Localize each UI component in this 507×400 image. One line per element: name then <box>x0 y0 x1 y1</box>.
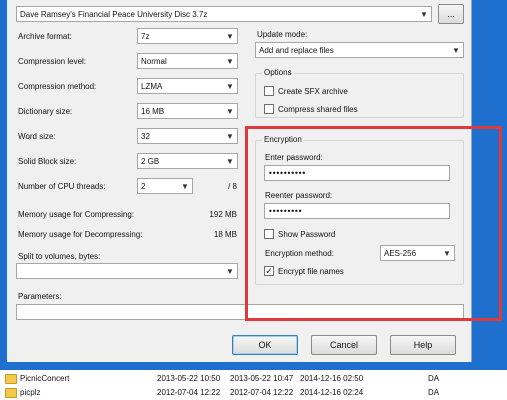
memory-decompress-label: Memory usage for Decompressing: <box>18 230 143 239</box>
compression-level-label: Compression level: <box>18 57 87 66</box>
archive-format-select[interactable]: 7z ▼ <box>137 28 238 44</box>
file-name: picplz <box>20 388 41 397</box>
help-label: Help <box>413 340 433 350</box>
file-accessed: 2014-12-16 02:50 <box>300 374 364 383</box>
options-group-title: Options <box>262 68 294 77</box>
update-mode-select[interactable]: Add and replace files ▼ <box>255 42 464 58</box>
split-volumes-label: Split to volumes, bytes: <box>18 252 101 261</box>
checkbox-box <box>264 104 274 114</box>
chevron-down-icon: ▼ <box>226 266 234 276</box>
file-modified: 2013-05-22 10:50 <box>157 374 221 383</box>
chevron-down-icon: ▼ <box>226 56 234 66</box>
browse-button[interactable]: ... <box>438 4 464 24</box>
cpu-threads-select[interactable]: 2 ▼ <box>137 178 193 194</box>
chevron-down-icon: ▼ <box>226 81 234 91</box>
compression-level-value: Normal <box>141 56 167 66</box>
file-modified: 2012-07-04 12:22 <box>157 388 221 397</box>
chevron-down-icon: ▼ <box>226 156 234 166</box>
folder-icon <box>5 388 17 398</box>
word-size-value: 32 <box>141 131 150 141</box>
compression-method-select[interactable]: LZMA ▼ <box>137 78 238 94</box>
solid-block-size-label: Solid Block size: <box>18 157 77 166</box>
dictionary-size-select[interactable]: 16 MB ▼ <box>137 103 238 119</box>
update-mode-value: Add and replace files <box>259 45 334 55</box>
archive-path-combo[interactable]: Dave Ramsey's Financial Peace University… <box>16 6 432 22</box>
ok-label: OK <box>258 340 272 350</box>
file-attributes: DA <box>428 374 440 383</box>
memory-compress-value: 192 MB <box>209 210 237 219</box>
parameters-label: Parameters: <box>18 292 62 301</box>
memory-compress-label: Memory usage for Compressing: <box>18 210 135 219</box>
solid-block-size-value: 2 GB <box>141 156 160 166</box>
create-sfx-label: Create SFX archive <box>278 86 348 96</box>
cpu-threads-label: Number of CPU threads: <box>18 182 106 191</box>
cancel-label: Cancel <box>329 340 358 350</box>
split-volumes-combo[interactable]: ▼ <box>16 263 238 279</box>
word-size-select[interactable]: 32 ▼ <box>137 128 238 144</box>
ok-button[interactable]: OK <box>232 335 298 355</box>
compression-level-select[interactable]: Normal ▼ <box>137 53 238 69</box>
checkbox-box <box>264 86 274 96</box>
file-list: PicnicConcert 2013-05-22 10:50 2013-05-2… <box>0 370 507 400</box>
chevron-down-icon: ▼ <box>452 45 460 55</box>
cpu-threads-value: 2 <box>141 181 146 191</box>
chevron-down-icon: ▼ <box>226 106 234 116</box>
memory-decompress-value: 18 MB <box>213 230 237 239</box>
compression-method-label: Compression method: <box>18 82 97 91</box>
file-created: 2013-05-22 10:47 <box>230 374 294 383</box>
compression-method-value: LZMA <box>141 81 163 91</box>
chevron-down-icon: ▼ <box>181 181 189 191</box>
create-sfx-checkbox[interactable]: Create SFX archive <box>264 86 348 96</box>
solid-block-size-select[interactable]: 2 GB ▼ <box>137 153 238 169</box>
folder-icon <box>5 374 17 384</box>
archive-format-label: Archive format: <box>18 32 72 41</box>
options-group: Options Create SFX archive Compress shar… <box>255 68 464 118</box>
file-row[interactable]: PicnicConcert 2013-05-22 10:50 2013-05-2… <box>0 372 507 385</box>
chevron-down-icon: ▼ <box>420 9 428 19</box>
archive-path-value: Dave Ramsey's Financial Peace University… <box>20 9 208 19</box>
chevron-down-icon: ▼ <box>226 131 234 141</box>
file-name: PicnicConcert <box>20 374 70 383</box>
file-created: 2012-07-04 12:22 <box>230 388 294 397</box>
archive-format-value: 7z <box>141 31 150 41</box>
dictionary-size-value: 16 MB <box>141 106 165 116</box>
update-mode-label: Update mode: <box>257 30 308 39</box>
dictionary-size-label: Dictionary size: <box>18 107 73 116</box>
cancel-button[interactable]: Cancel <box>311 335 377 355</box>
file-row[interactable]: picplz 2012-07-04 12:22 2012-07-04 12:22… <box>0 386 507 399</box>
encryption-highlight-box <box>245 126 502 321</box>
compress-shared-label: Compress shared files <box>278 104 358 114</box>
chevron-down-icon: ▼ <box>226 31 234 41</box>
file-accessed: 2014-12-16 02:24 <box>300 388 364 397</box>
word-size-label: Word size: <box>18 132 56 141</box>
help-button[interactable]: Help <box>390 335 456 355</box>
compress-shared-checkbox[interactable]: Compress shared files <box>264 104 358 114</box>
cpu-threads-max: / 8 <box>228 182 237 191</box>
browse-label: ... <box>447 9 455 19</box>
file-attributes: DA <box>428 388 440 397</box>
